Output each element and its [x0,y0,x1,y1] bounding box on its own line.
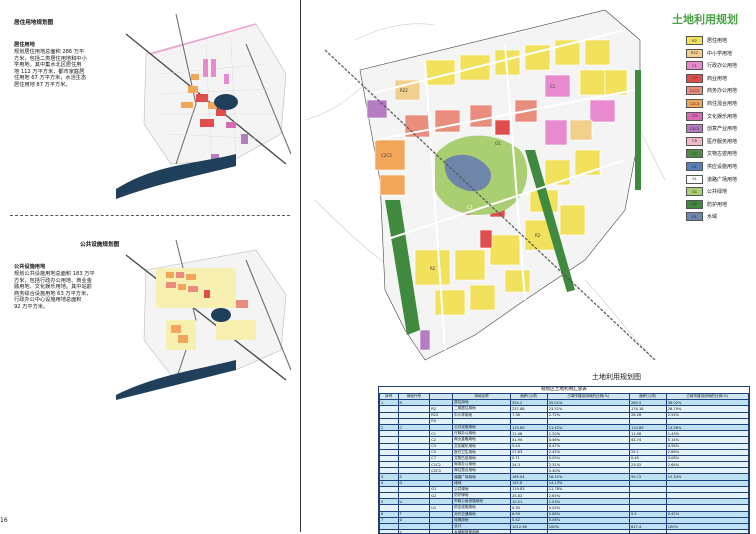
legend-label: 商务办公用地 [707,88,738,95]
legend-label: 商业用地 [707,75,728,82]
legend-label: 水域 [707,214,718,221]
legend-label: 医疗服务用地 [707,138,738,145]
legend-item: U1 供应设施用地 [686,162,756,171]
legend-swatch: C1C2 [686,86,703,96]
legend-item: R2 居住用地 [686,36,756,45]
legend-swatch: U1 [686,162,703,171]
map-label: R2 [430,266,436,271]
map-label: C2 [467,205,473,210]
map-caption: 土地利用规划图 [592,373,641,381]
map-label: G1 [495,141,501,146]
legend-swatch: C2C3 [686,99,703,108]
legend-label: 道路广场用地 [707,176,738,183]
legend-label: 商住混合用地 [707,101,738,107]
legend-item: G2 防护用地 [686,199,756,209]
legend-label: 行政办公用地 [707,63,738,70]
legend-item: E1 水域 [686,212,756,222]
residential-inset: 居住用地规划图 居住用地 规划居住用地总面积 286 万平 方米，包括二类居住用… [8,8,298,208]
legend-label: 文化娱乐用地 [707,113,738,120]
legend-swatch: C5 [686,136,703,146]
inset-residential-title: 居住用地规划图 [14,20,54,26]
legend-swatch: C3 [686,111,703,121]
legend-item: C5 医疗服务用地 [686,136,756,146]
section-divider [10,215,290,216]
legend-swatch: E1 [686,212,703,222]
legend-swatch: G2 [686,199,703,209]
legend-swatch: G1 [686,187,703,197]
inset-residential-heading: 居住用地 [14,42,35,48]
legend-label: 居住用地 [707,38,728,44]
land-use-table: 规划区土地利用汇总表 序号 用地代号 用地名称 面积(公顷) 占城市建设用地的比例(%)… [378,386,750,534]
page-title: 土地利用规划 [672,13,738,26]
legend-swatch: S1 [686,174,703,184]
legend-item: C2C3 商住混合用地 [686,99,756,108]
legend-item: C7 文物古迹用地 [686,149,756,159]
legend-label: 文物古迹用地 [707,151,738,158]
legend-item: C1C3 创意产业用地 [686,124,756,134]
legend-label: 供应设施用地 [707,164,738,170]
legend-label: 中小学用地 [707,50,733,57]
legend-item: S1 道路广场用地 [686,174,756,184]
legend-item: G1 公共绿地 [686,187,756,197]
map-label: C2C3 [381,153,392,158]
legend-swatch: R2 [686,36,703,45]
map-legend: R2 居住用地 R22 中小学用地 C1 行政办公用地 C2 商业用地 C1C2 商务办公用地 C2… [686,36,756,236]
page-number: 16 [0,517,8,524]
legend-swatch: C7 [686,149,703,159]
legend-item: C2 商业用地 [686,73,756,83]
inset-public-text: 规划公共设施用地总面积 183 万平 方米，包括行政办公用地、商业金 融用地、文… [14,271,95,310]
legend-swatch: C1 [686,61,703,71]
map-label: R22 [400,88,408,93]
residential-map [116,14,292,199]
inset-public-title: 公共设施规划图 [80,242,120,248]
legend-label: 公共绿地 [707,189,728,196]
legend-item: R22 中小学用地 [686,48,756,58]
public-map [116,240,292,400]
column-divider [300,0,301,532]
legend-swatch: C1C3 [686,124,703,134]
legend-label: 防护用地 [707,201,728,208]
map-label: R2 [535,233,541,238]
land-use-map: R2 R2 C2 C1 C2C3 R22 G1 [305,0,670,385]
public-inset: 公共设施规划图 公共设施用地 规划公共设施用地总面积 183 万平 方米，包括行… [8,230,298,405]
map-label: C1 [550,84,556,89]
legend-item: C1C2 商务办公用地 [686,86,756,96]
legend-swatch: R22 [686,48,703,58]
legend-swatch: C2 [686,73,703,83]
inset-public-heading: 公共设施用地 [14,264,46,270]
legend-item: C1 行政办公用地 [686,61,756,71]
inset-residential-text: 规划居住用地总面积 286 万平 方米，包括二类居住用地和中小 学用地。其中集水… [14,49,87,88]
table: 序号 用地代号 用地名称 面积(公顷) 占城市建设用地的比例(%) 面积(公顷) 占城市建设… [379,392,749,533]
legend-item: C3 文化娱乐用地 [686,111,756,121]
legend-label: 创意产业用地 [707,126,738,133]
